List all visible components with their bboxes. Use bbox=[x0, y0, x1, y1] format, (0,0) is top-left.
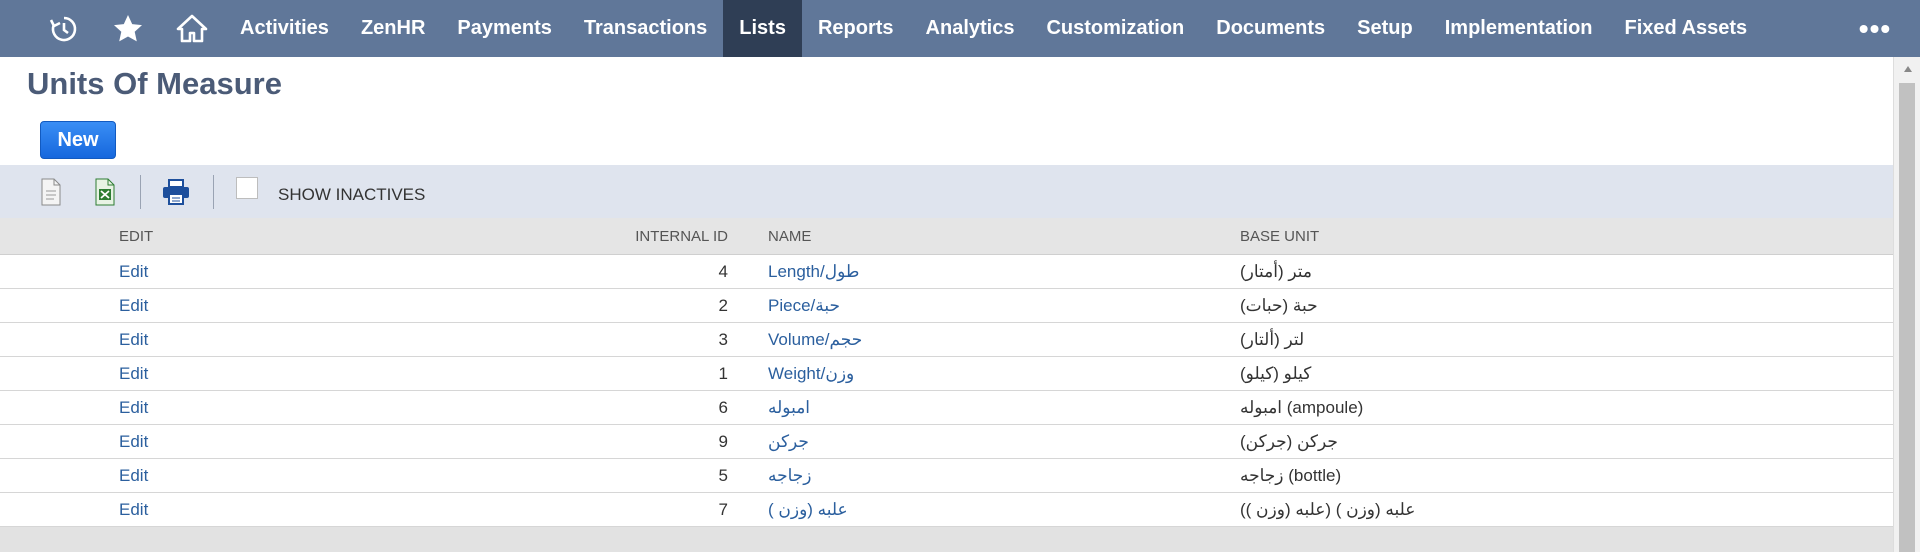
table-row: Edit 6 امبوله امبوله (ampoule) bbox=[0, 391, 1893, 425]
internal-id-cell: 2 bbox=[718, 295, 728, 315]
nav-implementation[interactable]: Implementation bbox=[1429, 0, 1609, 57]
base-unit-cell: علبه (وزن ) (علبه (وزن )) bbox=[1240, 499, 1416, 519]
name-link[interactable]: امبوله bbox=[768, 391, 810, 424]
table-row: Edit 9 جركن جركن (جركن) bbox=[0, 425, 1893, 459]
base-unit-cell: زجاجه (bottle) bbox=[1240, 465, 1342, 485]
internal-id-cell: 5 bbox=[718, 465, 728, 485]
nav-fixed-assets[interactable]: Fixed Assets bbox=[1609, 0, 1764, 57]
scrollbar-thumb[interactable] bbox=[1899, 83, 1915, 552]
header-name[interactable]: NAME bbox=[768, 218, 811, 254]
name-link[interactable]: Piece/حبة bbox=[768, 289, 840, 322]
table-row: Edit 3 Volume/حجم لتر (ألتار) bbox=[0, 323, 1893, 357]
nav-payments[interactable]: Payments bbox=[441, 0, 568, 57]
base-unit-cell: جركن (جركن) bbox=[1240, 431, 1338, 451]
name-link[interactable]: Weight/وزن bbox=[768, 357, 854, 390]
base-unit-cell: امبوله (ampoule) bbox=[1240, 397, 1364, 417]
nav-analytics[interactable]: Analytics bbox=[910, 0, 1031, 57]
table-header: EDIT INTERNAL ID NAME BASE UNIT bbox=[0, 218, 1893, 255]
internal-id-cell: 1 bbox=[718, 363, 728, 383]
table-row: Edit 5 زجاجه زجاجه (bottle) bbox=[0, 459, 1893, 493]
name-link[interactable]: زجاجه bbox=[768, 459, 812, 492]
export-excel-icon[interactable] bbox=[90, 177, 120, 207]
page-title: Units Of Measure bbox=[27, 66, 282, 101]
list-toolbar: SHOW INACTIVES bbox=[0, 165, 1893, 218]
nav-reports[interactable]: Reports bbox=[802, 0, 910, 57]
edit-link[interactable]: Edit bbox=[119, 255, 148, 288]
base-unit-cell: متر (أمتار) bbox=[1240, 261, 1313, 281]
recent-history-icon[interactable] bbox=[32, 0, 96, 57]
star-icon[interactable] bbox=[96, 0, 160, 57]
header-internal-id[interactable]: INTERNAL ID bbox=[560, 218, 728, 254]
edit-link[interactable]: Edit bbox=[119, 357, 148, 390]
show-inactives-label: SHOW INACTIVES bbox=[278, 184, 426, 204]
internal-id-cell: 9 bbox=[718, 431, 728, 451]
table-row: Edit 7 علبه (وزن ) علبه (وزن ) (علبه (وزن )… bbox=[0, 493, 1893, 527]
edit-link[interactable]: Edit bbox=[119, 289, 148, 322]
edit-link[interactable]: Edit bbox=[119, 323, 148, 356]
edit-link[interactable]: Edit bbox=[119, 391, 148, 424]
edit-link[interactable]: Edit bbox=[119, 493, 148, 526]
top-navigation: Activities ZenHR Payments Transactions L… bbox=[0, 0, 1920, 57]
nav-setup[interactable]: Setup bbox=[1341, 0, 1429, 57]
show-inactives-checkbox[interactable] bbox=[236, 176, 258, 199]
print-icon[interactable] bbox=[161, 177, 191, 207]
table-row: Edit 4 Length/طول متر (أمتار) bbox=[0, 255, 1893, 289]
table-row: Edit 1 Weight/وزن كيلو (كيلو) bbox=[0, 357, 1893, 391]
export-csv-icon[interactable] bbox=[36, 177, 66, 207]
toolbar-divider bbox=[140, 174, 141, 209]
nav-zenhr[interactable]: ZenHR bbox=[345, 0, 441, 57]
name-link[interactable]: علبه (وزن ) bbox=[768, 493, 848, 526]
home-icon[interactable] bbox=[160, 0, 224, 57]
nav-activities[interactable]: Activities bbox=[224, 0, 345, 57]
new-button[interactable]: New bbox=[40, 121, 116, 159]
name-link[interactable]: جركن bbox=[768, 425, 809, 458]
name-link[interactable]: Volume/حجم bbox=[768, 323, 862, 356]
vertical-scrollbar[interactable] bbox=[1893, 57, 1920, 552]
internal-id-cell: 3 bbox=[718, 329, 728, 349]
table-footer bbox=[0, 527, 1893, 552]
header-base-unit[interactable]: BASE UNIT bbox=[1240, 218, 1319, 254]
edit-link[interactable]: Edit bbox=[119, 425, 148, 458]
nav-transactions[interactable]: Transactions bbox=[568, 0, 723, 57]
internal-id-cell: 7 bbox=[718, 499, 728, 519]
internal-id-cell: 4 bbox=[718, 261, 728, 281]
nav-lists[interactable]: Lists bbox=[723, 0, 802, 57]
base-unit-cell: حبة (حبات) bbox=[1240, 295, 1318, 315]
base-unit-cell: كيلو (كيلو) bbox=[1240, 363, 1312, 383]
toolbar-divider bbox=[213, 174, 214, 209]
nav-documents[interactable]: Documents bbox=[1200, 0, 1341, 57]
base-unit-cell: لتر (ألتار) bbox=[1240, 329, 1305, 349]
nav-customization[interactable]: Customization bbox=[1030, 0, 1200, 57]
scroll-up-arrow-icon[interactable] bbox=[1894, 57, 1920, 81]
more-menu-icon[interactable]: ••• bbox=[1830, 0, 1920, 57]
units-table: EDIT INTERNAL ID NAME BASE UNIT Edit 4 Len… bbox=[0, 218, 1893, 527]
header-edit: EDIT bbox=[119, 227, 154, 245]
internal-id-cell: 6 bbox=[718, 397, 728, 417]
table-row: Edit 2 Piece/حبة حبة (حبات) bbox=[0, 289, 1893, 323]
name-link[interactable]: Length/طول bbox=[768, 255, 859, 288]
edit-link[interactable]: Edit bbox=[119, 459, 148, 492]
